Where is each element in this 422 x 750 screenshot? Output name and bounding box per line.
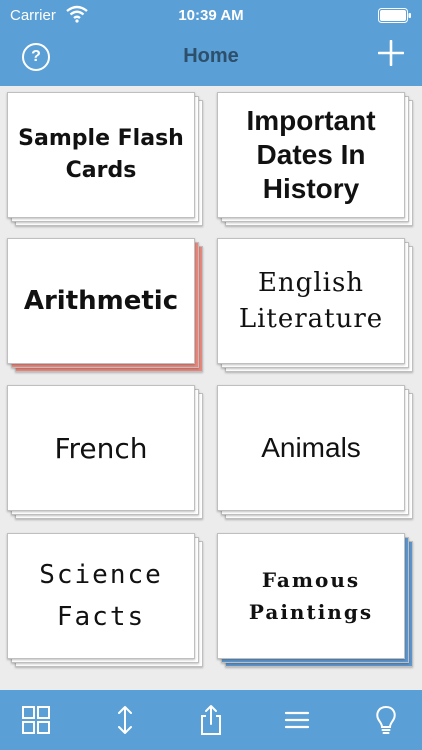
deck-science-facts[interactable]: Science Facts [7,533,203,667]
deck-card: Arithmetic [7,238,195,364]
deck-card: Famous Paintings [217,533,405,659]
deck-title: Arithmetic [23,286,179,316]
deck-card: French [7,385,195,511]
share-icon[interactable] [195,704,227,736]
grid-icon[interactable] [20,704,52,736]
add-icon[interactable] [378,40,404,66]
deck-title: Important Dates In History [246,105,376,204]
deck-english-literature[interactable]: English Literature [217,238,413,372]
deck-card: Important Dates In History [217,92,405,218]
menu-icon[interactable] [281,704,313,736]
deck-arithmetic[interactable]: Arithmetic [7,238,203,372]
status-bar: Carrier 10:39 AM [0,0,422,30]
deck-sample-flash-cards[interactable]: Sample Flash Cards [7,92,203,226]
page-title: Home [183,45,239,67]
navigation-bar: Carrier 10:39 AM ? Home [0,0,422,86]
deck-title: English Literature [238,268,384,334]
deck-title: Sample Flash Cards [18,126,184,183]
deck-important-dates-in-history[interactable]: Important Dates In History [217,92,413,226]
deck-card: Science Facts [7,533,195,659]
deck-title: Science Facts [39,560,163,632]
deck-card: English Literature [217,238,405,364]
lightbulb-icon[interactable] [370,704,402,736]
clock: 10:39 AM [178,7,244,24]
deck-card: Animals [217,385,405,511]
bottom-toolbar [0,690,422,750]
sort-arrows-icon[interactable] [109,704,141,736]
deck-title: Animals [261,432,361,463]
deck-french[interactable]: French [7,385,203,519]
battery-icon [378,8,411,23]
deck-card: Sample Flash Cards [7,92,195,218]
deck-title: Famous Paintings [248,568,374,624]
deck-animals[interactable]: Animals [217,385,413,519]
deck-famous-paintings[interactable]: Famous Paintings [217,533,413,667]
deck-title: French [54,431,148,465]
